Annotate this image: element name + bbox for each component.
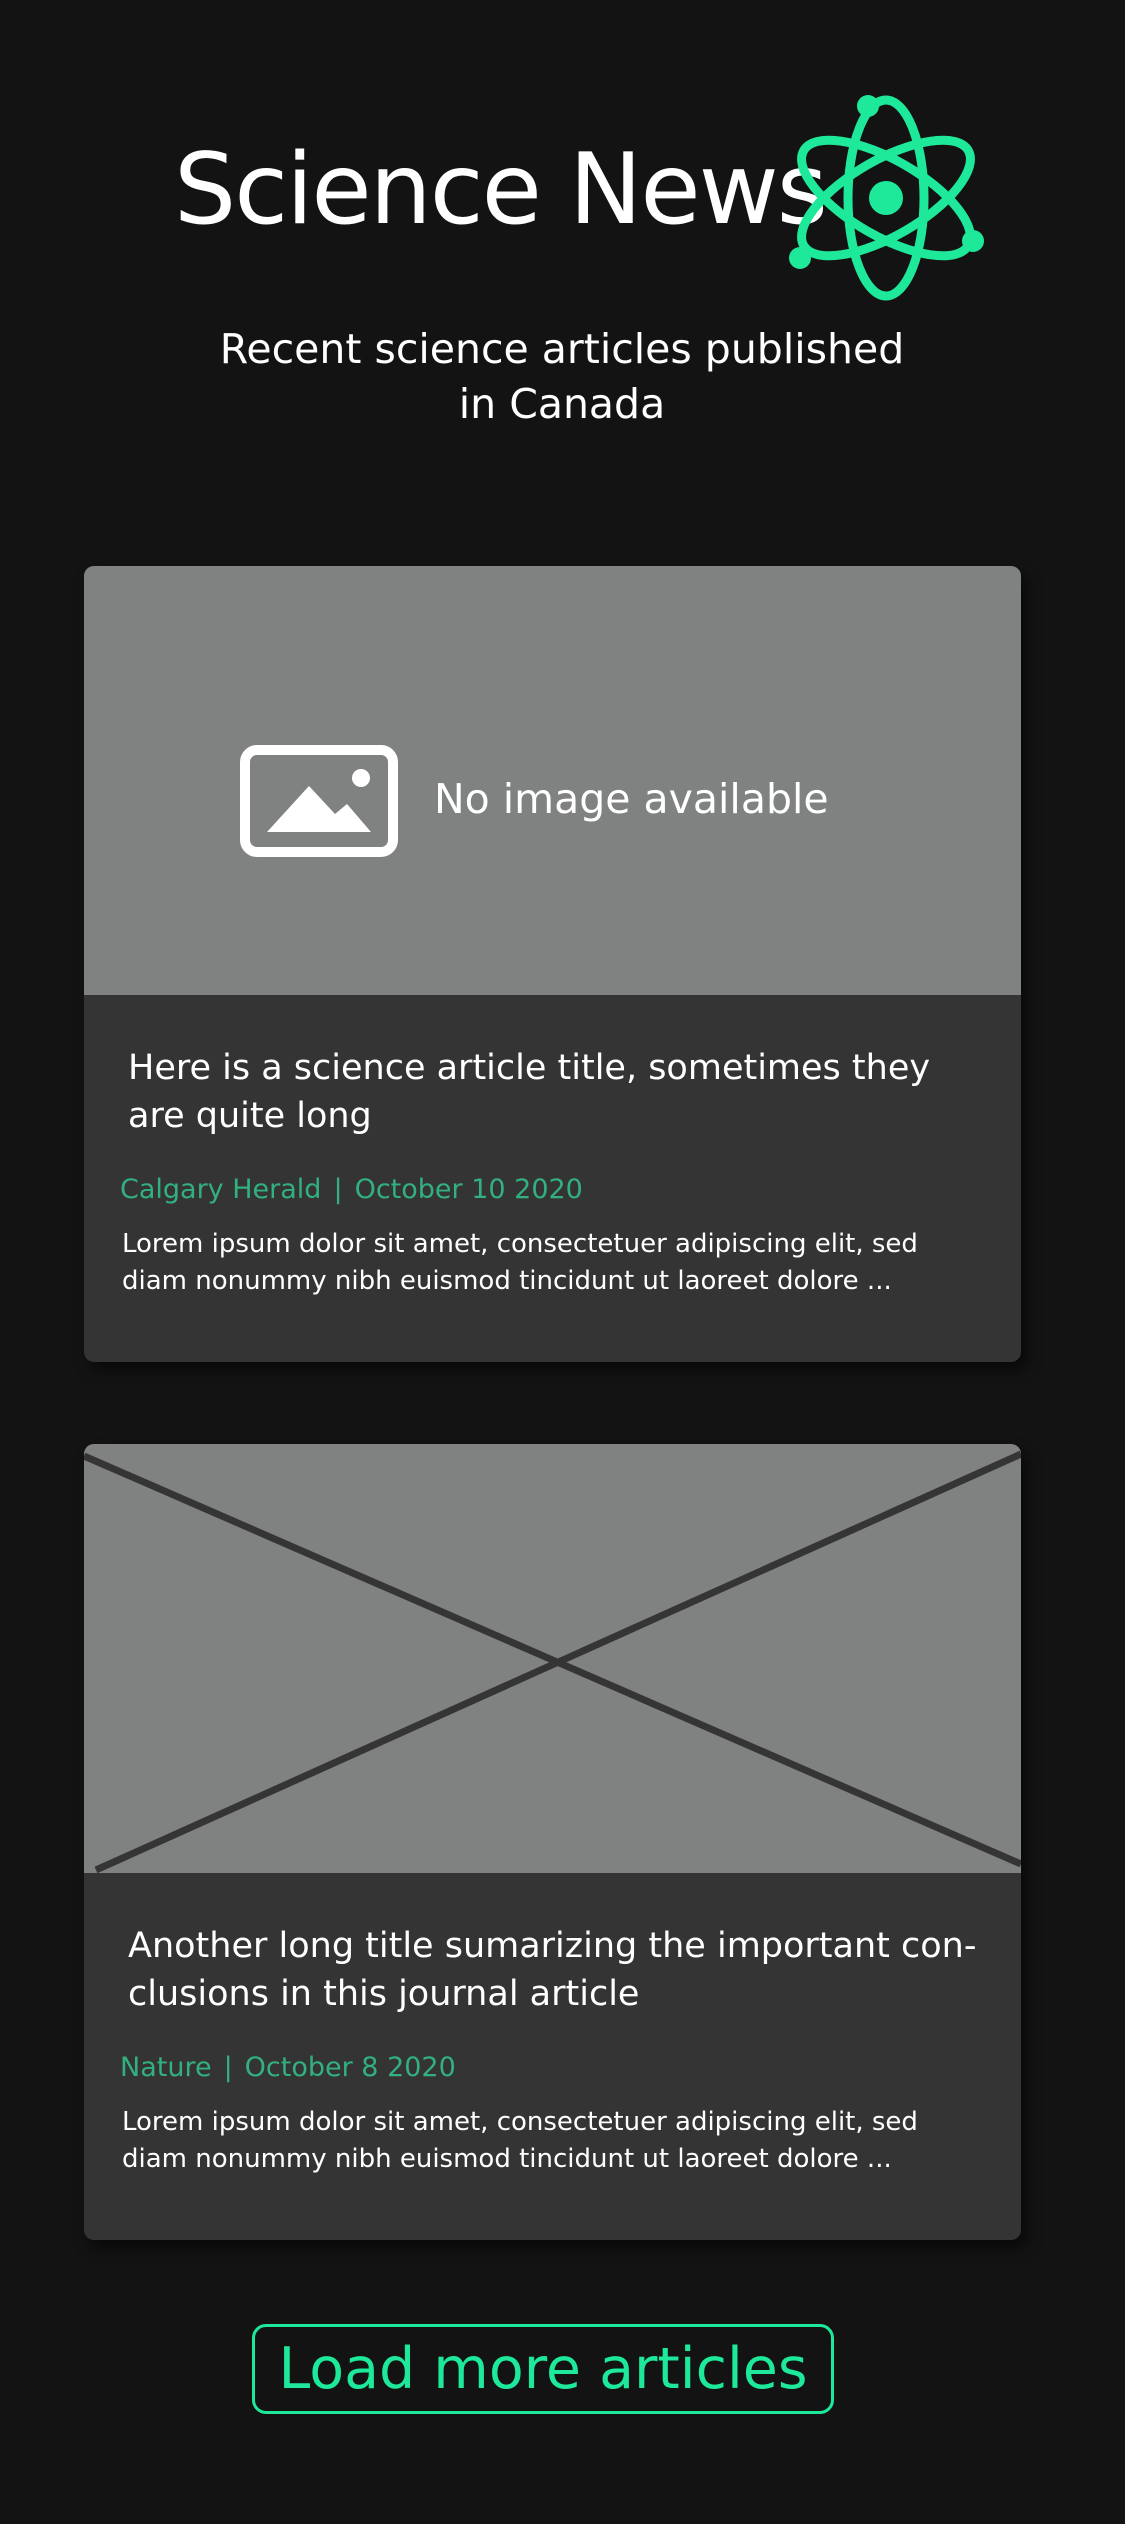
article-title[interactable]: Here is a science article title, sometim… <box>128 1044 978 1140</box>
article-image-placeholder <box>84 1444 1021 1873</box>
article-title[interactable]: Another long title sumarizing the import… <box>128 1922 978 2018</box>
page-subtitle: Recent science articles published in Can… <box>219 325 905 428</box>
page-header: Science News Recent science articles pub… <box>0 0 1125 470</box>
page-title: Science News <box>174 133 828 247</box>
article-image-placeholder: No image available <box>84 566 1021 995</box>
article-excerpt: Lorem ipsum dolor sit amet, consectetuer… <box>122 2107 918 2174</box>
article-meta: Calgary Herald | October 10 2020 <box>120 1170 583 1210</box>
article-source: Calgary Herald <box>120 1174 322 1205</box>
article-excerpt: Lorem ipsum dolor sit amet, consectetuer… <box>122 1229 918 1296</box>
article-card[interactable]: No image available Here is a science art… <box>84 566 1021 1362</box>
no-image-label: No image available <box>434 775 829 823</box>
article-date: October 8 2020 <box>244 2052 456 2083</box>
meta-separator: | <box>333 1174 343 1205</box>
article-meta: Nature | October 8 2020 <box>120 2048 456 2088</box>
atom-icon <box>789 95 984 301</box>
image-placeholder-cross-icon <box>84 1450 1021 1873</box>
image-placeholder-icon <box>240 745 398 857</box>
load-more-button[interactable]: Load more articles <box>252 2324 834 2414</box>
meta-separator: | <box>223 2052 233 2083</box>
article-date: October 10 2020 <box>354 1174 583 1205</box>
article-card[interactable]: Another long title sumarizing the import… <box>84 1444 1021 2240</box>
article-source: Nature <box>120 2052 212 2083</box>
